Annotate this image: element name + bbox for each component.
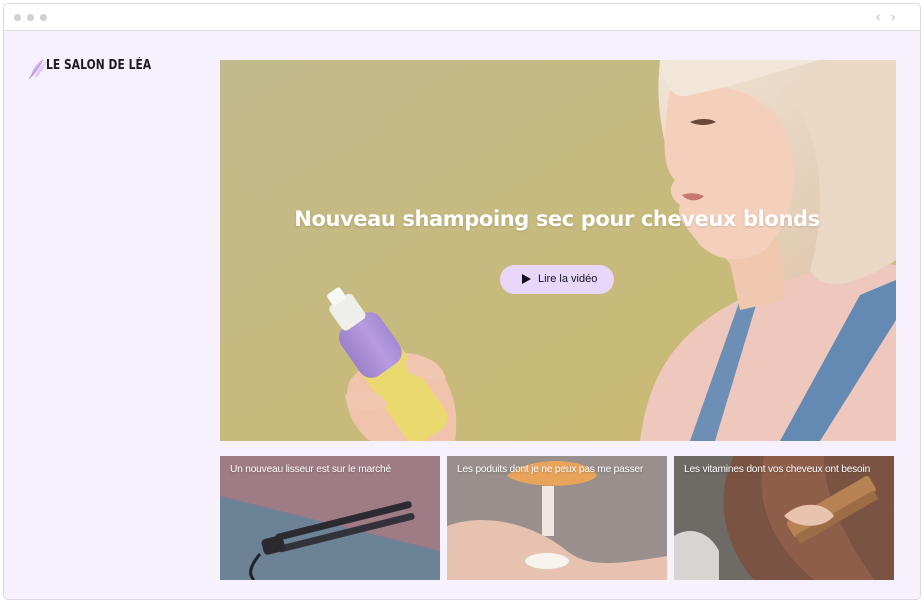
article-card-products[interactable]: Les poduits dont je ne peux pas me passe…	[447, 456, 667, 580]
article-title: Les vitamines dont vos cheveux ont besoi…	[684, 464, 871, 475]
hero-image	[220, 60, 896, 441]
site-page: LE SALON DE LÉA Nouveau shampoing sec po…	[4, 32, 920, 599]
browser-window: ‹ › LE SALON DE LÉA Nouveau shampoing se…	[3, 3, 921, 600]
feather-icon	[28, 58, 47, 80]
play-video-label: Lire la vidéo	[538, 273, 598, 285]
hero-title: Nouveau shampoing sec pour cheveux blond…	[294, 207, 820, 231]
chevron-left-icon[interactable]: ‹	[876, 9, 880, 25]
chevron-right-icon[interactable]: ›	[891, 9, 895, 25]
play-video-button[interactable]: Lire la vidéo	[500, 265, 614, 294]
article-card-straightener[interactable]: Un nouveau lisseur est sur le marché	[220, 456, 440, 580]
window-minimize-dot[interactable]	[27, 14, 34, 21]
browser-titlebar: ‹ ›	[4, 4, 920, 31]
window-close-dot[interactable]	[14, 14, 21, 21]
play-icon	[522, 274, 531, 284]
site-logo-text: LE SALON DE LÉA	[46, 58, 152, 73]
window-maximize-dot[interactable]	[40, 14, 47, 21]
article-title: Les poduits dont je ne peux pas me passe…	[457, 464, 644, 475]
hero-banner[interactable]: Nouveau shampoing sec pour cheveux blond…	[220, 60, 896, 441]
article-card-vitamins[interactable]: Les vitamines dont vos cheveux ont besoi…	[674, 456, 894, 580]
article-title: Un nouveau lisseur est sur le marché	[230, 464, 391, 475]
